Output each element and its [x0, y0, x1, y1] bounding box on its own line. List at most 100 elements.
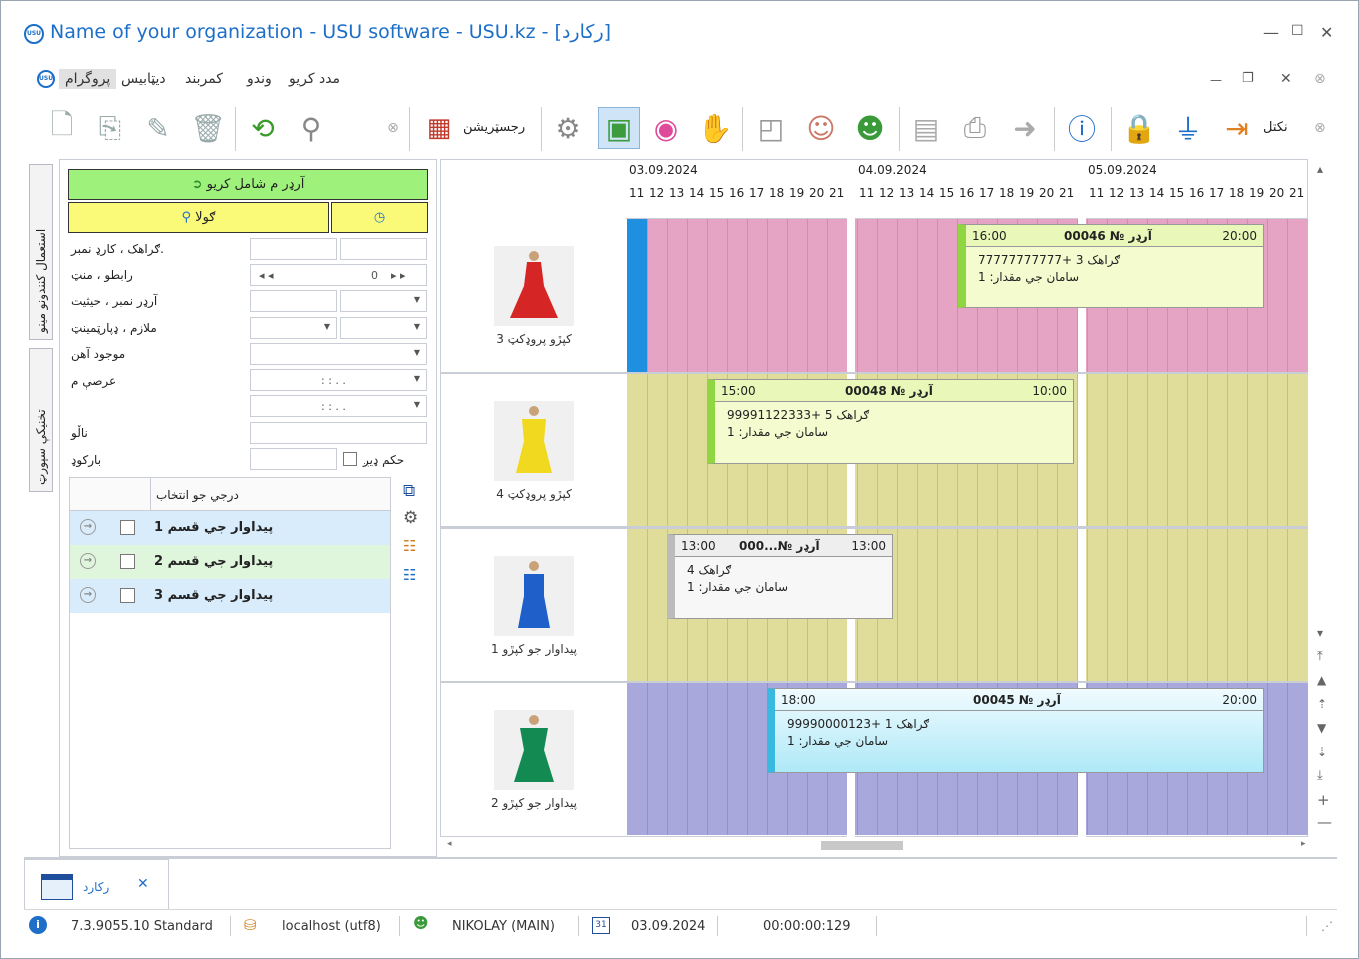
expand-icon[interactable]: → [80, 519, 96, 535]
menu-window[interactable]: وندو [247, 71, 272, 87]
mdi-close-icon[interactable]: ✕ [1280, 71, 1292, 87]
close-icon[interactable]: ✕ [1320, 23, 1333, 42]
category-row[interactable]: → 2 پيداوار جي قسم [70, 545, 390, 579]
barcode-input[interactable] [250, 448, 337, 470]
minutes-spinner[interactable]: ◂ ◂ 0 ▸ ▸ [250, 264, 427, 286]
expand-icon[interactable]: → [80, 587, 96, 603]
scroll-thumb[interactable] [821, 841, 903, 850]
clock-button[interactable]: ◷ [331, 202, 428, 233]
sidetab-user-menu[interactable]: استعمال کنندونو مینو [29, 164, 53, 340]
expand-icon[interactable]: → [80, 553, 96, 569]
scroll-right-icon[interactable]: ▸ [1301, 839, 1306, 849]
first-row-icon[interactable]: ⤒ [1317, 649, 1323, 664]
users-icon[interactable]: ☻ [849, 107, 891, 149]
info-icon[interactable]: ⓘ [1061, 107, 1103, 149]
list-settings-icon[interactable]: ⚙ [403, 508, 418, 528]
search-button[interactable]: ⚲ ګولا [68, 202, 329, 233]
copy-record-icon[interactable]: ⎘ [89, 107, 131, 149]
row-checkbox[interactable] [120, 588, 135, 603]
prev-row-icon[interactable]: ▲ [1317, 673, 1326, 687]
gear-icon[interactable]: ⚙ [547, 107, 589, 149]
exit-icon[interactable]: ⇥ [1216, 107, 1258, 149]
hand-icon[interactable]: ✋ [694, 107, 736, 149]
exit-label[interactable]: نکتل [1263, 120, 1288, 135]
sidetab-support[interactable]: تخنیکې سپورټ [29, 348, 53, 492]
bulk-order-checkbox[interactable] [343, 452, 357, 466]
scroll-down-icon[interactable]: ▾ [1317, 626, 1323, 640]
next-row-icon[interactable]: ▼ [1317, 721, 1326, 735]
color-wheel-icon[interactable]: ◉ [645, 107, 687, 149]
row-checkbox[interactable] [120, 554, 135, 569]
mdi-minimize-icon[interactable]: — [1210, 73, 1222, 87]
print-icon[interactable]: ⎙ [954, 107, 996, 149]
forward-icon[interactable]: ➜ [1004, 107, 1046, 149]
resize-grip-icon[interactable]: ⋰ [1321, 919, 1333, 933]
date-label: 05.09.2024 [1088, 163, 1157, 177]
maximize-icon[interactable]: ☐ [1291, 23, 1304, 39]
expand-all-icon[interactable]: ☷ [403, 537, 416, 555]
toolbar-separator [409, 107, 410, 151]
scroll-left-icon[interactable]: ◂ [447, 839, 452, 849]
bottom-tab-records[interactable]: ركارد ✕ [24, 859, 169, 909]
copy-list-icon[interactable]: ⧉ [403, 481, 415, 501]
table-icon[interactable]: ▤ [905, 107, 947, 149]
database-icon: ⛁ [244, 916, 257, 934]
add-record-icon[interactable]: 🗋 [41, 107, 83, 149]
hour-label: 18 [999, 186, 1015, 200]
period-from-input[interactable]: : : . . [250, 369, 427, 391]
user-icon[interactable]: ☺ [800, 107, 842, 149]
hour-label: 11 [1089, 186, 1105, 200]
client-input[interactable] [250, 238, 337, 260]
menu-database[interactable]: ديټابيس [121, 71, 166, 87]
period-to-input[interactable]: : : . . [250, 395, 427, 417]
order-number-input[interactable] [250, 290, 337, 312]
toolbar-scroll-icon[interactable]: ⊗ [372, 107, 414, 149]
menu-scroll-icon[interactable]: ⊗ [1314, 71, 1326, 87]
date-label: 03.09.2024 [629, 163, 698, 177]
category-row[interactable]: → 3 پيداوار جي قسم [70, 579, 390, 613]
journal-label[interactable]: رجسټريشن [463, 120, 525, 135]
page-up-icon[interactable]: ⇡ [1317, 697, 1327, 711]
category-row[interactable]: → 1 پيداوار جي قسم [70, 511, 390, 545]
order-status-select[interactable] [340, 290, 427, 312]
product-cell[interactable]: 4 کپڙو پروډکټ [441, 375, 627, 526]
minimize-icon[interactable]: — [1263, 23, 1279, 42]
add-order-button[interactable]: ➲ آرډر م شامل کريو [68, 169, 428, 200]
order-card[interactable]: 16:00 آرډر № 00046 20:00 ګراهک 3 +77777777… [958, 224, 1264, 308]
order-card[interactable]: 15:00 آرډر № 00048 10:00 ګراهک 5 +99991122… [707, 379, 1074, 464]
collapse-all-icon[interactable]: ☷ [403, 566, 416, 584]
refresh-icon[interactable]: ⟲ [242, 107, 284, 149]
menu-reports[interactable]: کمربند [185, 71, 223, 87]
plug-icon[interactable]: ⏚ [1167, 107, 1209, 149]
product-image [494, 556, 574, 636]
page-down-icon[interactable]: ⇣ [1317, 745, 1327, 759]
product-cell[interactable]: 3 کپڙو پروډکټ [441, 220, 627, 372]
product-cell[interactable]: 2 پيداوار جو کپڙو [441, 684, 627, 835]
order-card[interactable]: 13:00 آرډر №...000 13:00 ګراهک 4 سامان جي م… [667, 534, 893, 619]
card-input[interactable] [340, 238, 427, 260]
goods-input[interactable] [250, 422, 427, 444]
department-select[interactable] [340, 317, 427, 339]
product-cell[interactable]: 1 پيداوار جو کپڙو [441, 530, 627, 681]
menu-program[interactable]: پروگرام [59, 69, 117, 89]
close-tab-icon[interactable]: ✕ [137, 876, 149, 892]
horizontal-scrollbar[interactable]: ◂ ▸ [441, 838, 1307, 854]
mdi-restore-icon[interactable]: ❐ [1242, 71, 1254, 86]
add-row-icon[interactable]: + [1317, 791, 1330, 809]
available-select[interactable] [250, 343, 427, 365]
row-checkbox[interactable] [120, 520, 135, 535]
remove-row-icon[interactable]: — [1317, 813, 1332, 831]
toolbar-scroll-icon[interactable]: ⊗ [1314, 120, 1326, 136]
calendar-icon[interactable]: ▦ [418, 107, 460, 149]
lock-icon[interactable]: 🔒 [1118, 107, 1160, 149]
menu-help[interactable]: مدد کريو [289, 71, 340, 87]
delete-record-icon[interactable]: 🗑 [187, 107, 229, 149]
scroll-up-icon[interactable]: ▴ [1317, 162, 1323, 176]
rss-icon[interactable]: ◰ [750, 107, 792, 149]
last-row-icon[interactable]: ⤓ [1317, 768, 1323, 783]
search-icon[interactable]: ⚲ [290, 107, 332, 149]
employee-select[interactable] [250, 317, 337, 339]
map-icon[interactable]: ▣ [598, 107, 640, 149]
edit-record-icon[interactable]: ✎ [137, 107, 179, 149]
order-card[interactable]: 18:00 آرډر № 00045 20:00 ګراهک 1 +99990000… [767, 688, 1264, 773]
